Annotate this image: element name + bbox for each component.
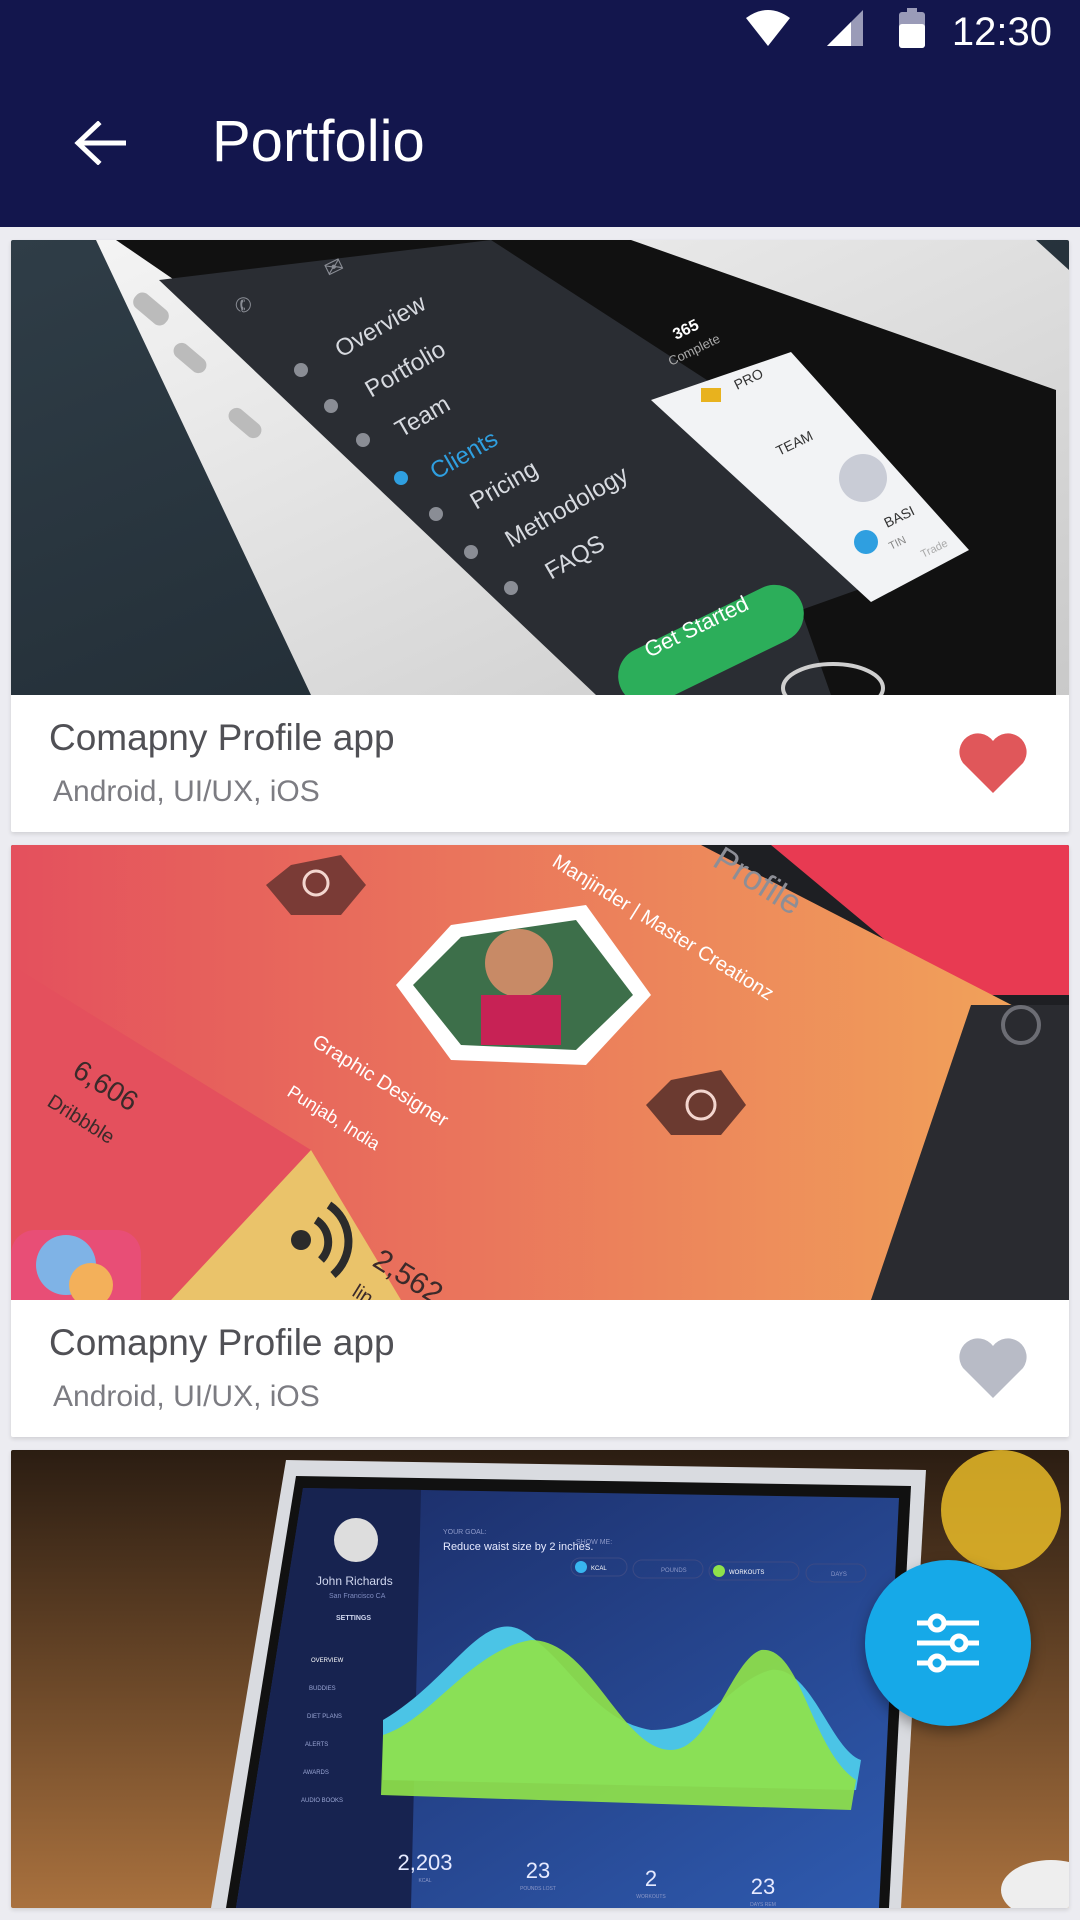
mockup-goal-label: YOUR GOAL: (443, 1529, 487, 1536)
card-subtitle: Android, UI/UX, iOS (53, 775, 320, 808)
heart-filled-icon (959, 733, 1027, 793)
heart-outline-icon (959, 1338, 1027, 1398)
mockup-stat-kcal-label: KCAL (418, 1878, 431, 1884)
mockup-nav-diet: DIET PLANS (307, 1714, 342, 1720)
mockup-stat-days: 23 (751, 1874, 775, 1899)
mockup-stat-workouts: 2 (645, 1866, 657, 1891)
mockup-goal: Reduce waist size by 2 inches. (443, 1541, 593, 1553)
mockup-user-location: San Francisco CA (329, 1593, 386, 1600)
card-title: Comapny Profile app (49, 1322, 395, 1363)
mockup-settings: SETTINGS (336, 1615, 371, 1622)
favorite-button[interactable] (957, 731, 1029, 795)
mockup-nav-audio: AUDIO BOOKS (301, 1798, 343, 1804)
signal-icon (827, 10, 863, 46)
back-button[interactable] (68, 111, 132, 175)
arrow-back-icon (74, 121, 126, 165)
mockup-show-label: SHOW ME: (576, 1539, 612, 1546)
status-time: 12:30 (951, 10, 1052, 54)
card-text: Comapny Profile app Android, UI/UX, iOS (11, 695, 1069, 832)
filter-sliders-icon (917, 1613, 979, 1673)
mockup-nav-alerts: ALERTS (305, 1742, 328, 1748)
portfolio-card[interactable]: ✆ ✉ Overview Portfolio Team Clients Pric… (11, 240, 1069, 832)
filter-fab[interactable] (865, 1560, 1031, 1726)
mockup-nav-buddies: BUDDIES (309, 1686, 336, 1692)
favorite-button[interactable] (957, 1336, 1029, 1400)
mockup-stat-kcal: 2,203 (397, 1850, 452, 1875)
mockup-filter-days: DAYS (831, 1572, 847, 1578)
mockup-stat-pounds-label: POUNDS LOST (520, 1886, 556, 1892)
mockup-filter-pounds: POUNDS (661, 1568, 687, 1574)
mockup-nav-overview: OVERVIEW (311, 1658, 344, 1664)
mockup-filter-kcal: KCAL (591, 1566, 607, 1572)
card-title: Comapny Profile app (49, 717, 395, 758)
wifi-icon (746, 10, 790, 46)
mockup-nav-awards: AWARDS (303, 1770, 329, 1776)
mockup-stat-workouts-label: WORKOUTS (636, 1894, 666, 1900)
mockup-user: John Richards (316, 1574, 393, 1588)
portfolio-card[interactable]: Manjinder | Master Creationz Graphic Des… (11, 845, 1069, 1437)
page-title: Portfolio (212, 109, 425, 174)
card-text: Comapny Profile app Android, UI/UX, iOS (11, 1300, 1069, 1437)
battery-icon (899, 8, 925, 48)
mockup-stat-days-label: DAYS REM (750, 1902, 776, 1908)
card-subtitle: Android, UI/UX, iOS (53, 1380, 320, 1413)
mockup-filter-workouts: WORKOUTS (729, 1570, 764, 1576)
card-image: Manjinder | Master Creationz Graphic Des… (11, 845, 1069, 1300)
card-image: ✆ ✉ Overview Portfolio Team Clients Pric… (11, 240, 1069, 695)
mockup-stat-pounds: 23 (526, 1858, 550, 1883)
app-bar: Portfolio (0, 63, 1080, 227)
status-bar: 12:30 (0, 0, 1080, 63)
